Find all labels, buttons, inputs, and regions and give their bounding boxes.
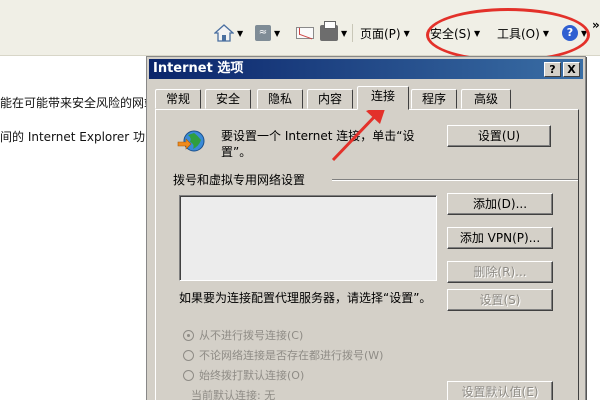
page-menu-chevron-icon: ▼	[403, 28, 410, 38]
dialup-connections-list[interactable]	[179, 195, 437, 281]
home-dropdown-chevron-icon[interactable]: ▼	[237, 29, 243, 38]
lan-settings-button[interactable]: 设置(S)	[447, 289, 553, 311]
annotation-ellipse	[426, 8, 590, 62]
radio-dial-whenever[interactable]: 不论网络连接是否存在都进行拨号(W)	[183, 347, 383, 363]
radio-button[interactable]	[183, 369, 194, 381]
dialog-close-button[interactable]: X	[563, 62, 580, 77]
setup-button[interactable]: 设置(U)	[447, 125, 551, 147]
print-button[interactable]: ▼	[320, 21, 347, 44]
radio-never-dial[interactable]: 从不进行拨号连接(C)	[183, 327, 303, 343]
internet-globe-icon	[177, 130, 205, 152]
home-button[interactable]: ▼	[214, 22, 243, 44]
print-dropdown-chevron-icon[interactable]: ▼	[341, 29, 347, 38]
radio-button[interactable]	[183, 329, 194, 341]
current-default-connection: 当前默认连接: 无	[191, 389, 276, 400]
tab-content[interactable]: 内容	[307, 89, 353, 109]
radio-label: 从不进行拨号连接(C)	[199, 329, 304, 342]
radio-button[interactable]	[183, 349, 194, 361]
mail-icon	[296, 27, 314, 39]
print-icon	[320, 21, 338, 41]
tab-privacy[interactable]: 隐私	[257, 89, 303, 109]
rss-feed-icon: ≈	[255, 25, 271, 41]
dialup-vpn-section-label: 拨号和虚拟专用网络设置	[173, 173, 306, 187]
background-page-text-1: 能在可能带来安全风险的网站	[0, 96, 157, 110]
internet-options-dialog: Internet 选项 ? X 常规 安全 隐私 内容 连接 程序 高级 要设置…	[146, 56, 586, 400]
tab-programs[interactable]: 程序	[411, 89, 457, 109]
tab-advanced[interactable]: 高级	[461, 89, 511, 109]
radio-label: 始终拨打默认连接(O)	[199, 369, 305, 382]
page-menu[interactable]: 页面(P) ▼	[360, 22, 410, 44]
add-vpn-button[interactable]: 添加 VPN(P)...	[447, 227, 553, 249]
home-icon	[214, 24, 234, 42]
dialog-title: Internet 选项	[153, 61, 244, 76]
section-divider	[332, 179, 578, 181]
set-default-button[interactable]: 设置默认值(E)	[447, 381, 553, 400]
proxy-settings-text: 如果要为连接配置代理服务器，请选择“设置”。	[179, 291, 432, 305]
dialog-help-button[interactable]: ?	[544, 62, 561, 77]
page-menu-label: 页面(P)	[360, 26, 401, 41]
background-page-text-2: 间的 Internet Explorer 功	[0, 130, 146, 144]
feeds-button[interactable]: ≈ ▼	[255, 22, 280, 44]
tab-security[interactable]: 安全	[205, 89, 251, 109]
feeds-dropdown-chevron-icon[interactable]: ▼	[274, 29, 280, 38]
radio-always-dial[interactable]: 始终拨打默认连接(O)	[183, 367, 304, 383]
dialog-title-bar[interactable]: Internet 选项 ? X	[149, 59, 583, 79]
setup-connection-text: 要设置一个 Internet 连接，单击“设置”。	[221, 129, 415, 159]
add-button[interactable]: 添加(D)...	[447, 193, 553, 215]
toolbar-separator	[352, 24, 353, 42]
toolbar-overflow-icon[interactable]: »	[592, 14, 600, 36]
tab-connections[interactable]: 连接	[357, 86, 409, 110]
read-mail-button[interactable]	[296, 22, 314, 44]
tab-general[interactable]: 常规	[155, 89, 201, 109]
remove-button[interactable]: 删除(R)...	[447, 261, 553, 283]
radio-label: 不论网络连接是否存在都进行拨号(W)	[199, 349, 384, 362]
